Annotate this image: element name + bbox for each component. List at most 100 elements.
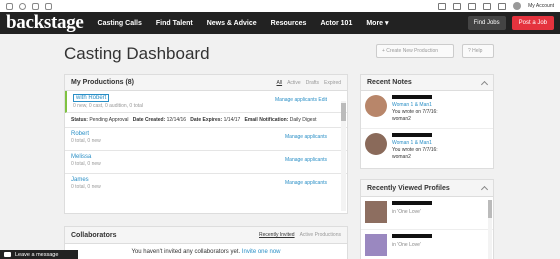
production-counts: 0 new, 0 cast, 0 audition, 0 total <box>73 103 144 109</box>
production-name[interactable]: with Robert <box>73 94 110 102</box>
tab-recently-invited[interactable]: Recently Invited <box>259 232 295 238</box>
filter-drafts[interactable]: Drafts <box>306 80 319 86</box>
collaborators-header: Collaborators Recently Invited Active Pr… <box>65 227 347 244</box>
created-label: Date Created: <box>132 117 166 123</box>
youtube-icon[interactable] <box>45 2 52 10</box>
manage-applicants-link[interactable]: Manage applicants <box>285 180 327 186</box>
profile-photo[interactable] <box>365 201 387 223</box>
note-item[interactable]: Woman 1 & Man1 You wrote on 7/7/16: woma… <box>361 91 493 129</box>
chevron-up-icon[interactable] <box>480 185 489 194</box>
collaborator-tabs: Recently Invited Active Productions <box>259 232 341 238</box>
backstage-logo[interactable]: backstage <box>6 12 84 34</box>
recent-notes-panel: Recent Notes Woman 1 & Man1 You wrote on… <box>360 74 494 169</box>
productions-header: My Productions (8) All Active Drafts Exp… <box>65 75 347 91</box>
note-role[interactable]: Woman 1 & Man1 <box>392 102 432 108</box>
notes-title: Recent Notes <box>367 79 412 86</box>
profiles-title: Recently Viewed Profiles <box>367 184 450 192</box>
collaborators-panel: Collaborators Recently Invited Active Pr… <box>64 226 348 259</box>
production-row[interactable]: Melissa 0 total, 0 new Manage applicants <box>65 151 347 174</box>
mail-icon[interactable] <box>453 2 462 10</box>
my-account-link[interactable]: My Account <box>528 3 554 9</box>
nav-casting-calls[interactable]: Casting Calls <box>98 20 142 27</box>
production-details: Status: Pending Approval Date Created: 1… <box>65 113 347 128</box>
status-value: Pending Approval <box>89 117 129 123</box>
folder-icon[interactable] <box>498 2 507 10</box>
account-area: My Account <box>438 2 554 10</box>
manage-applicants-link[interactable]: Manage applicants <box>285 157 327 163</box>
filter-active[interactable]: Active <box>287 80 301 86</box>
profiles-header: Recently Viewed Profiles <box>361 180 493 197</box>
production-filters: All Active Drafts Expired <box>277 80 341 86</box>
play-icon[interactable] <box>483 2 492 10</box>
status-label: Status: <box>71 117 88 123</box>
note-item[interactable]: Woman 1 & Man1 You wrote on 7/7/16: woma… <box>361 129 493 167</box>
filter-expired[interactable]: Expired <box>324 80 341 86</box>
manage-applicants-link[interactable]: Manage applicants <box>275 97 317 103</box>
productions-panel: My Productions (8) All Active Drafts Exp… <box>64 74 348 214</box>
page-title: Casting Dashboard <box>64 44 210 63</box>
profile-photo[interactable] <box>365 234 387 256</box>
productions-title: My Productions (8) <box>71 79 135 86</box>
edit-link[interactable]: Edit <box>318 97 327 103</box>
scrollbar-thumb[interactable] <box>341 103 346 121</box>
post-job-button[interactable]: Post a Job <box>511 16 554 30</box>
chevron-up-icon[interactable] <box>480 80 489 88</box>
profile-production: in 'One Love' <box>392 209 421 215</box>
facebook-icon[interactable] <box>6 2 13 10</box>
nav-actions: Find Jobs Post a Job <box>467 16 554 30</box>
camera-icon[interactable] <box>468 2 477 10</box>
production-row[interactable]: James 0 total, 0 new Manage applicants <box>65 174 347 197</box>
profile-item[interactable]: in 'One Love' <box>361 197 493 230</box>
note-text: woman2 <box>392 116 411 122</box>
manage-applicants-link[interactable]: Manage applicants <box>285 134 327 140</box>
profiles-scrollbar[interactable] <box>488 200 492 259</box>
avatar[interactable] <box>513 2 522 10</box>
instagram-icon[interactable] <box>32 2 39 10</box>
created-value: 12/14/16 <box>166 117 187 123</box>
nav-more[interactable]: More ▾ <box>366 19 388 27</box>
production-row[interactable]: with Robert 0 new, 0 cast, 0 audition, 0… <box>65 91 347 113</box>
avatar[interactable] <box>365 95 387 117</box>
production-row[interactable]: Robert 0 total, 0 new Manage applicants <box>65 128 347 151</box>
leave-message-label: Leave a message <box>15 251 59 258</box>
find-jobs-button[interactable]: Find Jobs <box>467 16 506 30</box>
redacted-name <box>392 234 432 238</box>
filter-all[interactable]: All <box>277 80 283 86</box>
notes-header: Recent Notes <box>361 75 493 91</box>
note-role[interactable]: Woman 1 & Man1 <box>392 140 432 146</box>
nav-news-advice[interactable]: News & Advice <box>207 20 257 27</box>
expires-label: Date Expires: <box>190 117 223 123</box>
twitter-icon[interactable] <box>19 2 26 10</box>
nav-resources[interactable]: Resources <box>271 20 307 27</box>
email-value: Daily Digest <box>289 117 317 123</box>
expires-value: 1/14/17 <box>223 117 241 123</box>
collaborators-title: Collaborators <box>71 231 117 239</box>
productions-scrollbar[interactable] <box>341 101 346 211</box>
create-production-button[interactable]: + Create New Production <box>376 44 454 58</box>
note-date: You wrote on 7/7/16: <box>392 147 438 153</box>
leave-message-button[interactable]: Leave a message <box>0 250 78 259</box>
redacted-name <box>392 95 432 99</box>
avatar[interactable] <box>365 133 387 155</box>
redacted-name <box>392 201 432 205</box>
scrollbar-thumb[interactable] <box>488 200 492 218</box>
profile-item[interactable]: in 'One Love' <box>361 230 493 259</box>
chat-icon <box>4 252 11 257</box>
note-date: You wrote on 7/7/16: <box>392 109 438 115</box>
empty-text: You haven't invited any collaborators ye… <box>131 249 241 255</box>
main-nav: backstage Casting Calls Find Talent News… <box>0 12 560 34</box>
profile-production: in 'One Love' <box>392 242 421 248</box>
collaborators-empty: You haven't invited any collaborators ye… <box>65 244 347 255</box>
social-links <box>6 2 52 10</box>
help-button[interactable]: ? Help <box>462 44 494 58</box>
nav-find-talent[interactable]: Find Talent <box>156 20 193 27</box>
nav-actor-101[interactable]: Actor 101 <box>320 20 352 27</box>
top-utility-bar: My Account <box>0 0 560 12</box>
invite-link[interactable]: Invite one now <box>242 249 281 255</box>
tab-active-productions[interactable]: Active Productions <box>300 232 341 238</box>
redacted-name <box>392 133 432 137</box>
speedometer-icon[interactable] <box>438 2 447 10</box>
recent-profiles-panel: Recently Viewed Profiles in 'One Love' i… <box>360 179 494 259</box>
email-label: Email Notification: <box>244 117 289 123</box>
note-text: woman2 <box>392 154 411 160</box>
